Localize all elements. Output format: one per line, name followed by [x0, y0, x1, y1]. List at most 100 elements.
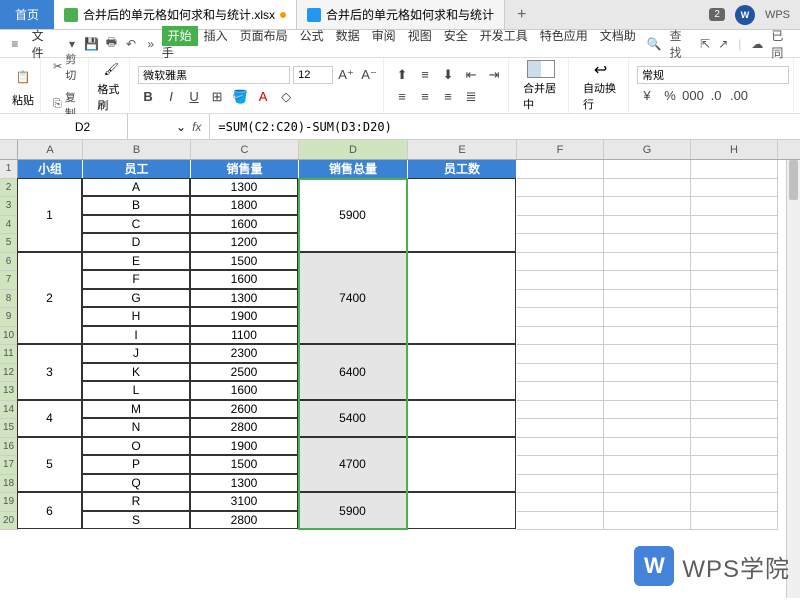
search-label[interactable]: 查找	[670, 27, 693, 61]
cell[interactable]	[691, 216, 778, 235]
cell[interactable]	[604, 308, 691, 327]
cell[interactable]	[691, 382, 778, 401]
cell[interactable]	[604, 456, 691, 475]
cell[interactable]: 1300	[190, 474, 298, 493]
col-header-F[interactable]: F	[517, 140, 604, 159]
row-header-13[interactable]: 13	[0, 382, 18, 401]
share-icon[interactable]: ⇱	[700, 37, 710, 51]
menu-item-4[interactable]: 数据	[330, 29, 366, 43]
col-header-E[interactable]: E	[408, 140, 517, 159]
cell[interactable]: 1500	[190, 455, 298, 474]
cell[interactable]: K	[82, 363, 190, 382]
menu-icon[interactable]: ≡	[6, 35, 24, 53]
align-top-icon[interactable]: ⬆	[392, 65, 412, 85]
cell[interactable]: 小组	[18, 160, 83, 179]
cell[interactable]	[604, 345, 691, 364]
cell[interactable]: G	[82, 289, 190, 308]
row-header-11[interactable]: 11	[0, 345, 18, 364]
cell[interactable]	[691, 271, 778, 290]
cell[interactable]: 2500	[190, 363, 298, 382]
cell[interactable]: R	[82, 492, 190, 511]
cell[interactable]: 2600	[190, 400, 298, 419]
cell[interactable]: 1800	[190, 196, 298, 215]
cell[interactable]	[691, 512, 778, 531]
cell[interactable]	[604, 234, 691, 253]
row-header-5[interactable]: 5	[0, 234, 18, 253]
cell[interactable]: 5	[17, 437, 82, 493]
cell[interactable]	[604, 216, 691, 235]
cell[interactable]: N	[82, 418, 190, 437]
formula-input[interactable]	[210, 114, 800, 139]
cell[interactable]: M	[82, 400, 190, 419]
comma-icon[interactable]: 000	[683, 86, 703, 106]
cell[interactable]	[517, 438, 604, 457]
cell[interactable]	[517, 160, 604, 179]
cell[interactable]	[407, 252, 516, 345]
italic-button[interactable]: I	[161, 87, 181, 107]
cell[interactable]: 3100	[190, 492, 298, 511]
col-header-A[interactable]: A	[18, 140, 83, 159]
row-header-15[interactable]: 15	[0, 419, 18, 438]
number-format-select[interactable]	[637, 66, 789, 84]
row-header-9[interactable]: 9	[0, 308, 18, 327]
cell[interactable]: 1	[17, 178, 82, 252]
dropdown-icon[interactable]: ⌄	[176, 120, 186, 134]
cell[interactable]: A	[82, 178, 190, 197]
cell[interactable]	[517, 493, 604, 512]
tab-home[interactable]: 首页	[0, 0, 54, 29]
print-icon[interactable]: 🖶	[103, 35, 121, 53]
cell[interactable]: F	[82, 270, 190, 289]
cell[interactable]: E	[82, 252, 190, 271]
cell[interactable]: 5900	[298, 492, 407, 529]
undo-icon[interactable]: ↶	[122, 35, 140, 53]
bold-button[interactable]: B	[138, 87, 158, 107]
menu-item-0[interactable]: 开始	[162, 26, 198, 46]
cells-grid[interactable]: 小组员工销售量销售总量员工数1A13005900B1800C1600D12002…	[18, 160, 778, 530]
row-header-6[interactable]: 6	[0, 253, 18, 272]
cell[interactable]	[691, 308, 778, 327]
underline-button[interactable]: U	[184, 87, 204, 107]
cell[interactable]	[604, 401, 691, 420]
cell[interactable]	[407, 437, 516, 493]
cell[interactable]: C	[82, 215, 190, 234]
row-header-17[interactable]: 17	[0, 456, 18, 475]
cell[interactable]	[604, 160, 691, 179]
cell[interactable]	[691, 197, 778, 216]
wps-logo-icon[interactable]: W	[735, 5, 755, 25]
cell[interactable]: 4	[17, 400, 82, 437]
distribute-icon[interactable]: ≣	[461, 87, 481, 107]
cell[interactable]: 2300	[190, 344, 298, 363]
cell[interactable]: 7400	[298, 252, 407, 345]
cell[interactable]	[517, 179, 604, 198]
cell[interactable]	[517, 327, 604, 346]
cell[interactable]	[517, 456, 604, 475]
col-header-C[interactable]: C	[191, 140, 299, 159]
tab-file-2[interactable]: 合并后的单元格如何求和与统计	[297, 0, 505, 29]
cell[interactable]: 1600	[190, 381, 298, 400]
cell[interactable]: 5900	[298, 178, 407, 252]
cell[interactable]	[691, 234, 778, 253]
decrease-font-icon[interactable]: A⁻	[359, 65, 379, 85]
name-box[interactable]	[38, 114, 128, 139]
cell[interactable]	[517, 197, 604, 216]
paste-icon[interactable]: 📋	[10, 64, 36, 90]
cell[interactable]	[407, 492, 516, 529]
cell[interactable]	[604, 475, 691, 494]
cell[interactable]	[407, 400, 516, 437]
scrollbar-thumb[interactable]	[789, 160, 798, 200]
fx-icon[interactable]: fx	[192, 120, 201, 134]
currency-icon[interactable]: ¥	[637, 86, 657, 106]
row-header-8[interactable]: 8	[0, 290, 18, 309]
menu-item-3[interactable]: 公式	[294, 29, 330, 43]
font-size-select[interactable]	[293, 66, 333, 84]
merge-cells-button[interactable]: 合并居中	[517, 58, 564, 114]
cell[interactable]: 4700	[298, 437, 407, 493]
decimal-inc-icon[interactable]: .0	[706, 86, 726, 106]
tab-file-1[interactable]: 合并后的单元格如何求和与统计.xlsx	[54, 0, 297, 29]
menu-item-7[interactable]: 安全	[438, 29, 474, 43]
cell[interactable]	[691, 493, 778, 512]
col-header-B[interactable]: B	[83, 140, 191, 159]
cell[interactable]: S	[82, 511, 190, 530]
cell[interactable]	[517, 308, 604, 327]
cell[interactable]	[691, 456, 778, 475]
